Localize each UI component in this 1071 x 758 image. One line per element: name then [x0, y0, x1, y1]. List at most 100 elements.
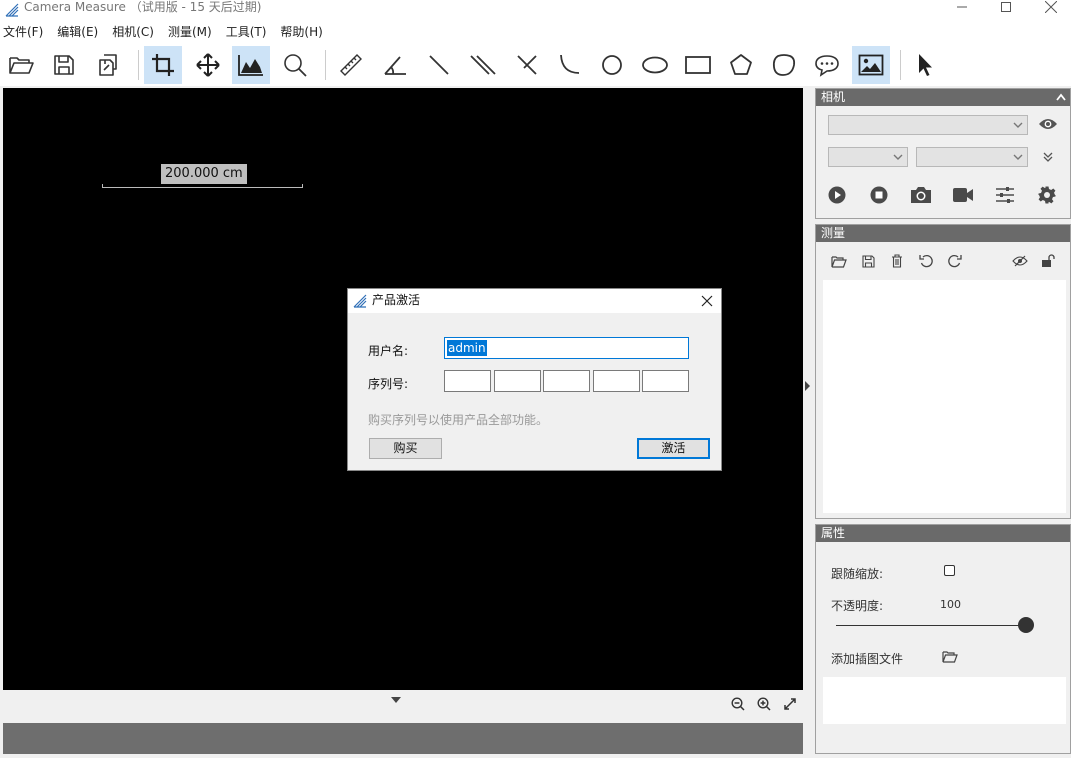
- camera-select[interactable]: [828, 115, 1028, 135]
- expand-icon: [784, 698, 796, 710]
- username-label: 用户名:: [368, 344, 409, 358]
- camera-settings-button[interactable]: [1036, 184, 1058, 206]
- username-input[interactable]: admin: [444, 337, 689, 359]
- opacity-slider-track[interactable]: [836, 625, 1026, 626]
- unlock-icon: [1042, 254, 1055, 267]
- histogram-icon: [238, 55, 263, 76]
- measure-panel: 测量: [815, 224, 1071, 519]
- toolbar-separator: [325, 50, 326, 80]
- zoom-in-button[interactable]: [754, 694, 774, 714]
- dialog-close-button[interactable]: [697, 291, 717, 311]
- caret-down-icon[interactable]: [391, 697, 401, 703]
- menu-tools[interactable]: 工具(T): [226, 22, 267, 42]
- menu-file[interactable]: 文件(F): [3, 22, 43, 42]
- polygon-tool-button[interactable]: [722, 46, 760, 84]
- measurement-list[interactable]: [823, 280, 1066, 513]
- menu-measure[interactable]: 测量(M): [168, 22, 212, 42]
- close-window-button[interactable]: [1031, 0, 1071, 14]
- menu-edit[interactable]: 编辑(E): [57, 22, 98, 42]
- maximize-button[interactable]: [986, 0, 1026, 14]
- collapse-up-icon[interactable]: [1056, 93, 1066, 101]
- open-file-button[interactable]: [2, 46, 40, 84]
- close-icon: [701, 295, 713, 307]
- minimize-button[interactable]: [942, 0, 982, 14]
- save-button[interactable]: [45, 46, 83, 84]
- camera-panel-header: 相机: [816, 89, 1070, 106]
- copy-button[interactable]: [89, 46, 127, 84]
- serial-input-2[interactable]: [494, 370, 541, 392]
- angle-tool-button[interactable]: [376, 46, 414, 84]
- sliders-icon: [996, 187, 1014, 203]
- serial-input-5[interactable]: [642, 370, 689, 392]
- redo-icon: [948, 254, 962, 268]
- play-button[interactable]: [826, 184, 848, 206]
- activation-dialog: 产品激活 用户名: admin 序列号: 购买序列号以使用产品全部功能。 购买 …: [347, 288, 722, 471]
- measure-panel-title: 测量: [821, 226, 846, 240]
- window-title: Camera Measure （试用版 - 15 天后过期): [24, 0, 262, 14]
- redo-button[interactable]: [944, 250, 966, 272]
- image-overlay-button[interactable]: [852, 46, 890, 84]
- camera-panel-title: 相机: [821, 90, 846, 104]
- save-measure-button[interactable]: [857, 250, 879, 272]
- adjust-button[interactable]: [994, 184, 1016, 206]
- canvas-footer: [3, 690, 803, 718]
- arc-icon: [560, 54, 580, 74]
- menu-help[interactable]: 帮助(H): [280, 22, 322, 42]
- delete-measure-button[interactable]: [886, 250, 908, 272]
- preview-toggle-button[interactable]: [1037, 113, 1059, 135]
- undo-button[interactable]: [915, 250, 937, 272]
- open-measure-button[interactable]: [828, 250, 850, 272]
- ruler-tool-button[interactable]: [332, 46, 370, 84]
- serial-input-4[interactable]: [593, 370, 640, 392]
- follow-zoom-checkbox[interactable]: [944, 565, 955, 576]
- record-video-button[interactable]: [952, 184, 974, 206]
- open-folder-icon: [831, 255, 847, 268]
- serial-label: 序列号:: [368, 377, 409, 391]
- status-bar: [3, 723, 803, 754]
- resolution-select[interactable]: [828, 147, 908, 167]
- perpendicular-tool-button[interactable]: [508, 46, 546, 84]
- arc-tool-button[interactable]: [550, 46, 588, 84]
- open-folder-icon: [9, 57, 34, 74]
- scale-bar[interactable]: [102, 184, 303, 188]
- video-camera-icon: [953, 188, 973, 202]
- annotation-tool-button[interactable]: [808, 46, 846, 84]
- scale-bar-label: 200.000 cm: [161, 164, 247, 184]
- zoom-tool-button[interactable]: [276, 46, 314, 84]
- magnifier-icon: [284, 54, 307, 77]
- parallel-lines-tool-button[interactable]: [464, 46, 502, 84]
- select-tool-button[interactable]: [906, 46, 944, 84]
- serial-input-1[interactable]: [444, 370, 491, 392]
- hide-measurements-button[interactable]: [1009, 250, 1031, 272]
- ellipse-tool-button[interactable]: [636, 46, 674, 84]
- zoom-out-icon: [731, 697, 745, 711]
- image-file-list[interactable]: [823, 677, 1066, 724]
- activate-button[interactable]: 激活: [637, 438, 710, 459]
- circle-tool-button[interactable]: [593, 46, 631, 84]
- dialog-title-bar: 产品激活: [348, 289, 721, 313]
- panel-toggle-arrow-icon[interactable]: [804, 380, 812, 392]
- stop-button[interactable]: [868, 184, 890, 206]
- histogram-tool-button[interactable]: [232, 46, 270, 84]
- menu-camera[interactable]: 相机(C): [112, 22, 154, 42]
- double-chevron-down-icon: [1043, 152, 1053, 162]
- undo-icon: [919, 254, 933, 268]
- title-bar: Camera Measure （试用版 - 15 天后过期): [0, 0, 1071, 22]
- save-icon: [54, 55, 74, 75]
- rectangle-tool-button[interactable]: [679, 46, 717, 84]
- buy-button[interactable]: 购买: [369, 438, 442, 459]
- move-tool-button[interactable]: [189, 46, 227, 84]
- zoom-out-button[interactable]: [728, 694, 748, 714]
- add-image-file-button[interactable]: [939, 645, 961, 667]
- crop-tool-button[interactable]: [144, 46, 182, 84]
- fit-to-window-button[interactable]: [780, 694, 800, 714]
- expand-options-button[interactable]: [1037, 146, 1059, 168]
- closed-curve-tool-button[interactable]: [765, 46, 803, 84]
- format-select[interactable]: [916, 147, 1028, 167]
- serial-input-3[interactable]: [543, 370, 590, 392]
- line-tool-button[interactable]: [420, 46, 458, 84]
- snapshot-button[interactable]: [910, 184, 932, 206]
- opacity-slider-thumb[interactable]: [1018, 617, 1034, 633]
- lock-button[interactable]: [1037, 250, 1059, 272]
- save-icon: [861, 254, 875, 268]
